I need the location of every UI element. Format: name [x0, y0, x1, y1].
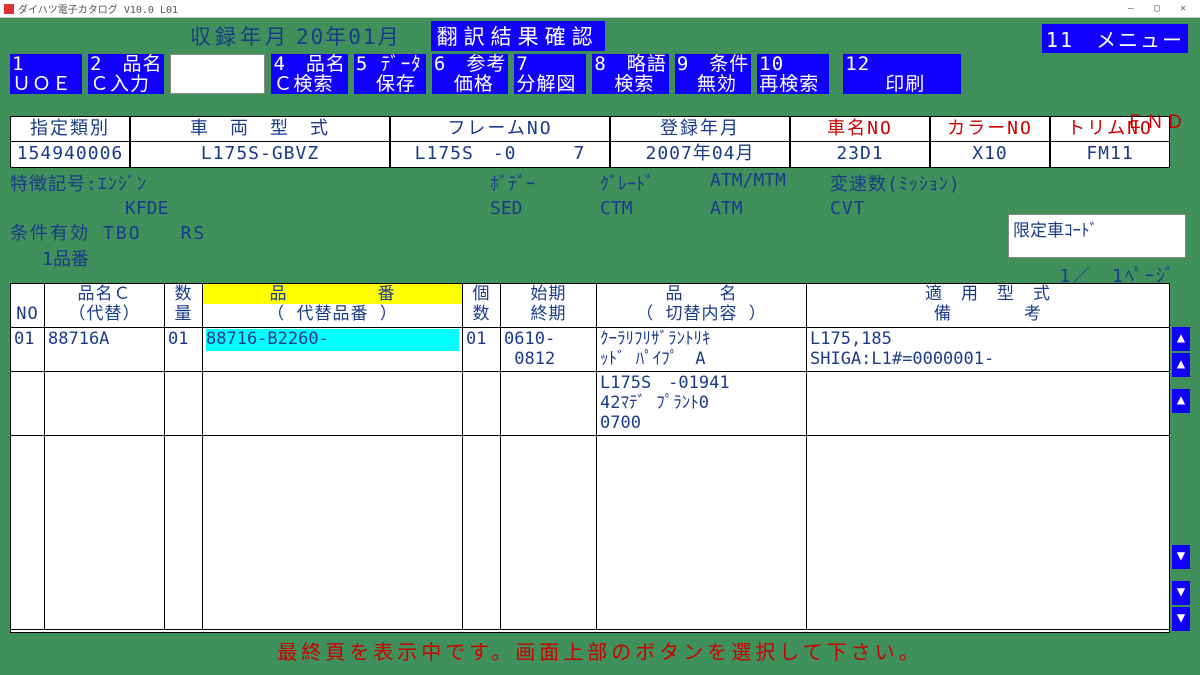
- cell-pnum: [203, 372, 463, 436]
- close-button[interactable]: ✕: [1170, 3, 1196, 14]
- hotkey-4-part-search[interactable]: 4 品名Ｃ検索: [271, 54, 347, 94]
- hotkey-12-print[interactable]: 12 印刷: [843, 54, 961, 94]
- hotkey-8-abbr-search[interactable]: 8 略語 検索: [592, 54, 668, 94]
- record-period-value: 20年01月: [296, 21, 401, 51]
- cell-name: ｸｰﾗﾘﾌﾘｻﾞﾗﾝﾄﾘｷ ｯﾄﾞ ﾊﾟｲﾌﾟ A: [597, 328, 807, 372]
- col-no: NO: [11, 284, 45, 328]
- col-count: 個 数: [463, 284, 501, 328]
- cell-date: 0610- 0812: [501, 328, 597, 372]
- vehicle-value-row: 154940006 L175S-GBVZ L175S -0 7 2007年04月…: [10, 142, 1190, 168]
- hdr-vehicle-model: 車 両 型 式: [130, 116, 390, 142]
- record-period-label: 収録年月: [190, 21, 290, 51]
- cell-spec: L175,185 SHIGA:L1#=0000001-: [807, 328, 1169, 372]
- cell-cnt: [463, 372, 501, 436]
- grade-label: ｸﾞﾚｰﾄﾞ: [600, 170, 654, 196]
- table-row[interactable]: L175S -01941 42ﾏﾃﾞ ﾌﾟﾗﾝﾄ0 0700: [11, 372, 1169, 436]
- cond-enabled-label: 条件有効: [10, 223, 90, 244]
- end-label: ＥＮＤ: [1126, 108, 1186, 134]
- scroll-down-2[interactable]: ▼: [1172, 581, 1190, 605]
- hotkey-1-uoe[interactable]: 1ＵＯＥ: [10, 54, 82, 94]
- cell-pnc: 88716A: [45, 328, 165, 372]
- col-date: 始期 終期: [501, 284, 597, 328]
- minimize-button[interactable]: —: [1118, 3, 1144, 14]
- val-car-no: 23D1: [790, 142, 930, 168]
- window-titlebar: ダイハツ電子カタログ V10.0 L01 — ▢ ✕: [0, 0, 1200, 18]
- hdr-spec-class: 指定類別: [10, 116, 130, 142]
- hdr-car-no: 車名NO: [790, 116, 930, 142]
- hdr-color-no: カラーNO: [930, 116, 1050, 142]
- gear-value: CVT: [830, 198, 866, 219]
- cell-spec: [807, 372, 1169, 436]
- cell-no: [11, 372, 45, 436]
- val-spec-class: 154940006: [10, 142, 130, 168]
- table-row[interactable]: 01 88716A 01 88716-B2260- 01 0610- 0812 …: [11, 328, 1169, 372]
- cond-v2: RS: [181, 223, 207, 244]
- hotkey-2-part-input[interactable]: 2 品名Ｃ入力: [88, 54, 164, 94]
- body-value: SED: [490, 198, 523, 219]
- limited-car-code-label: 限定車ｺｰﾄﾞ: [1013, 221, 1098, 241]
- scroll-column: ▲ ▲ ▲ ▼ ▼ ▼: [1172, 283, 1190, 633]
- col-pnc: 品名Ｃ （代替）: [45, 284, 165, 328]
- cell-pnc: [45, 372, 165, 436]
- val-vehicle-model: L175S-GBVZ: [130, 142, 390, 168]
- app-icon: [4, 4, 14, 14]
- cell-name: L175S -01941 42ﾏﾃﾞ ﾌﾟﾗﾝﾄ0 0700: [597, 372, 807, 436]
- cell-pnum: 88716-B2260-: [203, 328, 463, 372]
- grade-value: CTM: [600, 198, 633, 219]
- col-spec: 適 用 型 式 備 考: [807, 284, 1169, 328]
- scroll-up-2[interactable]: ▲: [1172, 353, 1190, 377]
- hotkey-bar: 1ＵＯＥ 2 品名Ｃ入力 4 品名Ｃ検索 5 ﾃﾞｰﾀ 保存 6 参考 価格 7…: [0, 52, 1200, 94]
- status-message: 最終頁を表示中です。画面上部のボタンを選択して下さい。: [0, 636, 1200, 665]
- vehicle-header-row: 指定類別 車 両 型 式 フレームNO 登録年月 車名NO カラーNO トリムN…: [10, 116, 1190, 142]
- cell-qty: 01: [165, 328, 203, 372]
- col-name: 品 名 （ 切替内容 ）: [597, 284, 807, 328]
- scroll-up-3[interactable]: ▲: [1172, 389, 1190, 413]
- val-frame-no: L175S -0 7: [390, 142, 610, 168]
- table-row[interactable]: [11, 436, 1169, 630]
- cell-cnt: 01: [463, 328, 501, 372]
- hdr-reg-date: 登録年月: [610, 116, 790, 142]
- hotkey-6-ref-price[interactable]: 6 参考 価格: [432, 54, 508, 94]
- hotkey-5-data-save[interactable]: 5 ﾃﾞｰﾀ 保存: [354, 54, 426, 94]
- window-title: ダイハツ電子カタログ V10.0 L01: [18, 1, 178, 16]
- cell-qty: [165, 372, 203, 436]
- col-partnum: 品 番（ 代替品番 ）: [203, 284, 463, 328]
- gear-label: 変速数(ﾐｯｼｮﾝ): [830, 170, 961, 196]
- atm-label: ATM/MTM: [710, 170, 786, 191]
- translation-result-badge: 翻訳結果確認: [431, 21, 605, 51]
- scroll-down-1[interactable]: ▼: [1172, 545, 1190, 569]
- limited-car-code-input[interactable]: 限定車ｺｰﾄﾞ: [1008, 214, 1186, 258]
- val-color-no: X10: [930, 142, 1050, 168]
- menu-button-11[interactable]: 11 メニュー: [1042, 24, 1188, 53]
- scroll-up-1[interactable]: ▲: [1172, 327, 1190, 351]
- part-name-input[interactable]: [170, 54, 265, 94]
- col-qty: 数 量: [165, 284, 203, 328]
- scroll-down-3[interactable]: ▼: [1172, 607, 1190, 631]
- cond-v1: TBO: [103, 223, 142, 244]
- val-reg-date: 2007年04月: [610, 142, 790, 168]
- hdr-frame-no: フレームNO: [390, 116, 610, 142]
- engine-value: KFDE: [125, 198, 168, 219]
- cell-date: [501, 372, 597, 436]
- feature-label: 特徴記号:ｴﾝｼﾞﾝ: [10, 170, 147, 196]
- hotkey-10-resear[interactable]: 10再検索: [757, 54, 829, 94]
- body-label: ﾎﾞﾃﾞｰ: [490, 170, 535, 196]
- cell-no: 01: [11, 328, 45, 372]
- val-trim-no: FM11: [1050, 142, 1170, 168]
- hotkey-9-cond-disable[interactable]: 9 条件 無効: [675, 54, 751, 94]
- parts-grid: NO 品名Ｃ （代替） 数 量 品 番（ 代替品番 ） 個 数 始期 終期 品 …: [10, 283, 1170, 633]
- maximize-button[interactable]: ▢: [1144, 3, 1170, 14]
- app-root: 収録年月 20年01月 翻訳結果確認 11 メニュー 1ＵＯＥ 2 品名Ｃ入力 …: [0, 18, 1200, 675]
- hotkey-7-diagram[interactable]: 7分解図: [514, 54, 586, 94]
- atm-value: ATM: [710, 198, 743, 219]
- part-count-label: 1品番: [42, 249, 89, 270]
